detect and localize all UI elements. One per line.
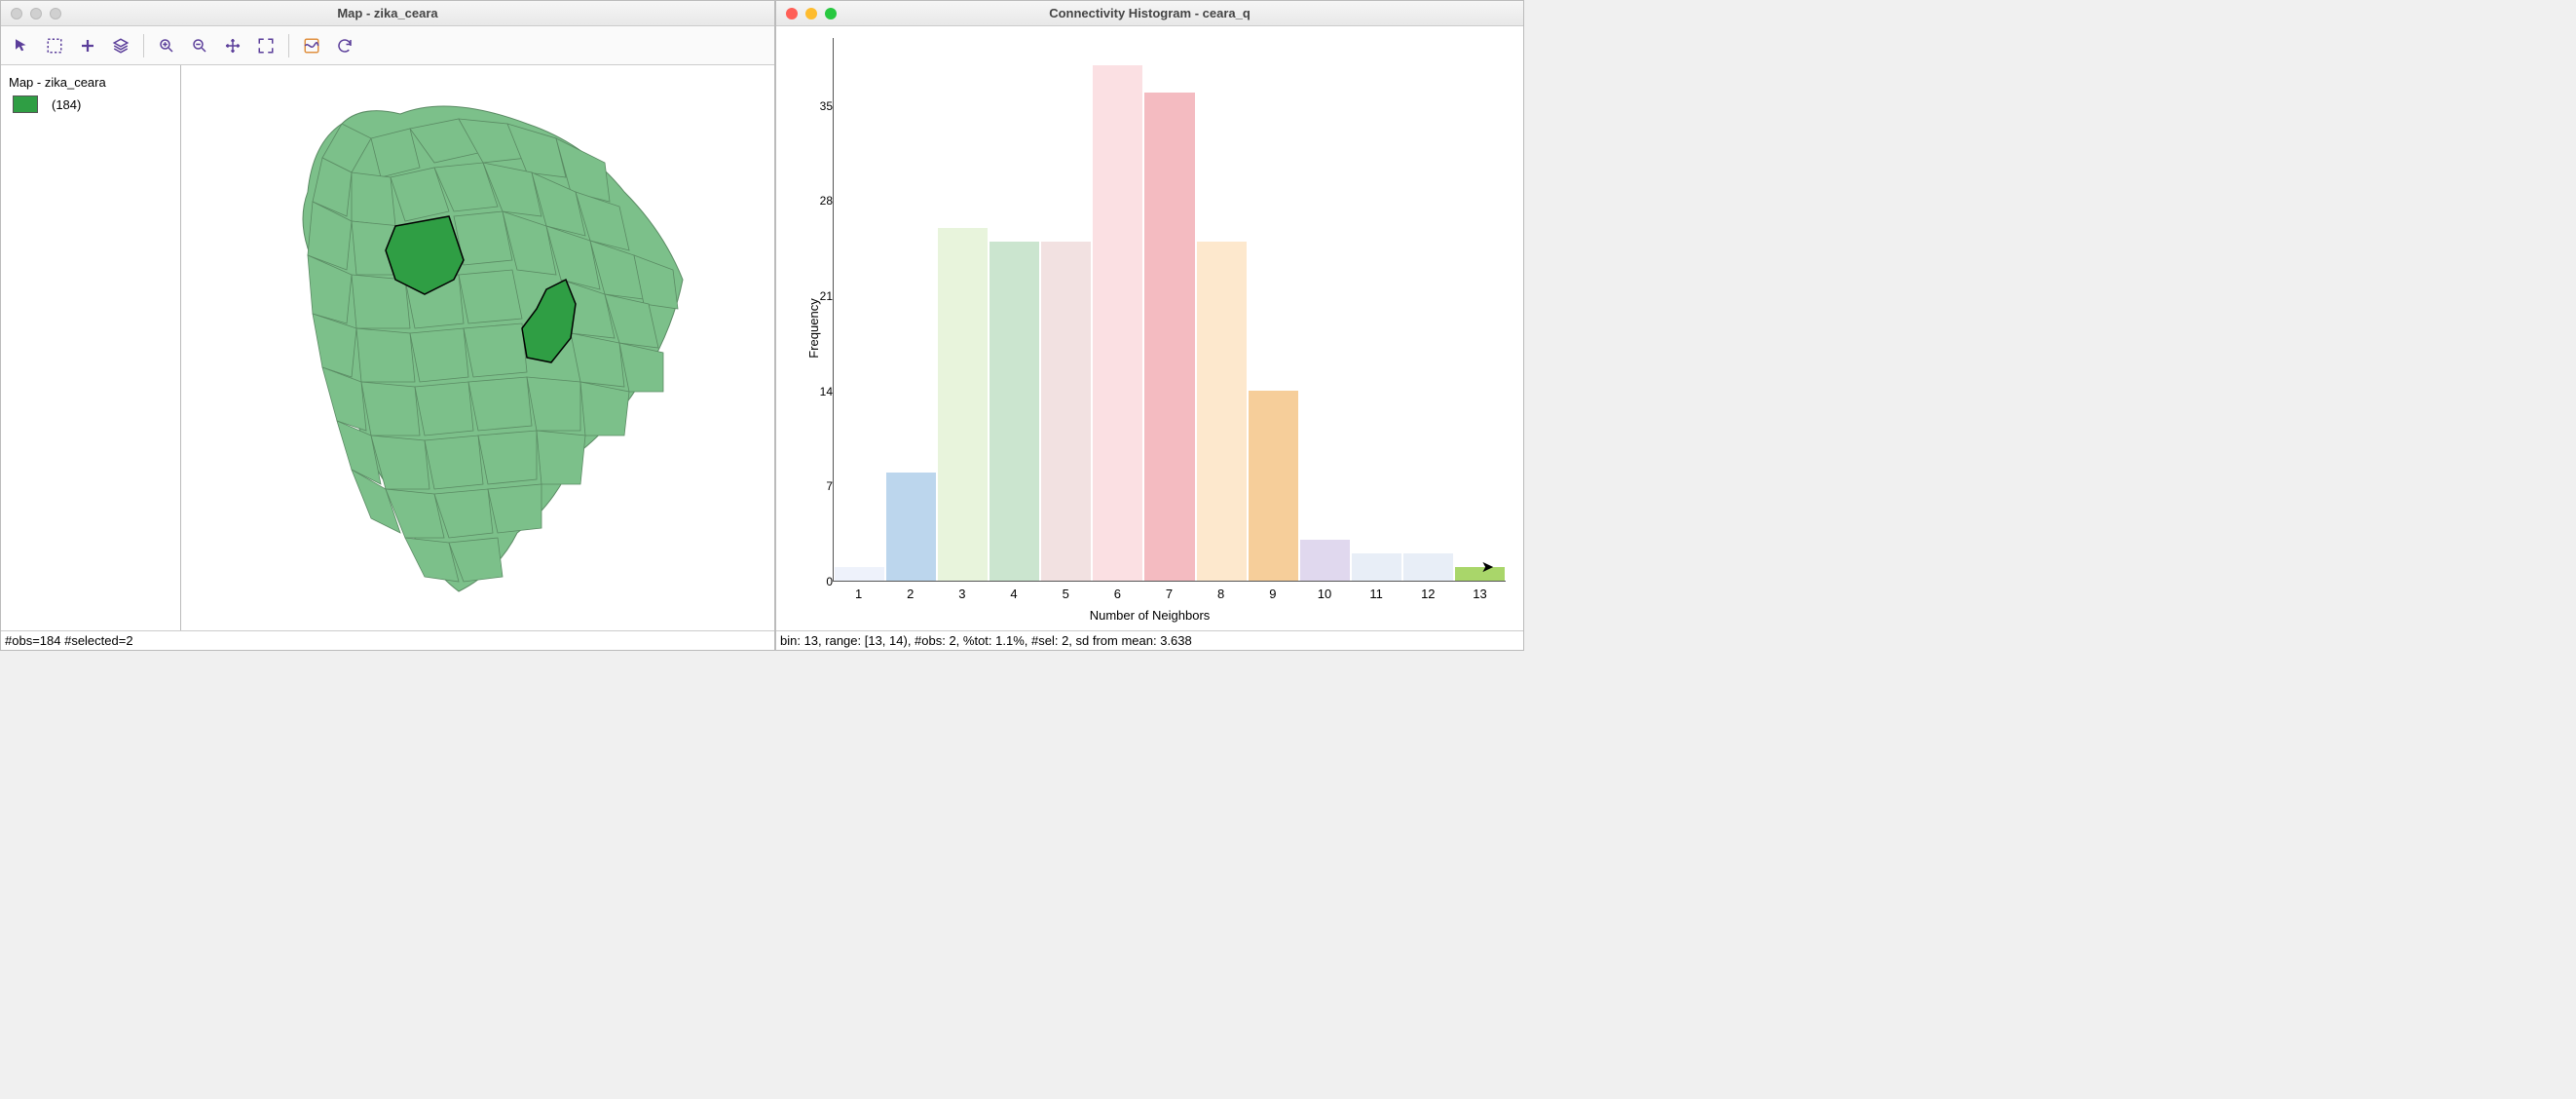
histogram-bar[interactable] bbox=[835, 567, 884, 581]
x-tick: 2 bbox=[884, 587, 936, 601]
plus-icon[interactable] bbox=[73, 31, 102, 60]
legend-panel[interactable]: Map - zika_ceara (184) bbox=[1, 65, 181, 630]
x-tick: 6 bbox=[1092, 587, 1143, 601]
histogram-bar[interactable] bbox=[1041, 242, 1091, 581]
y-axis: 0714212835 bbox=[813, 38, 833, 582]
histogram-window: Connectivity Histogram - ceara_q Frequen… bbox=[775, 0, 1524, 651]
histogram-bar[interactable] bbox=[1249, 391, 1298, 581]
histogram-bar[interactable] bbox=[1197, 242, 1247, 581]
zoom-full-icon[interactable] bbox=[251, 31, 280, 60]
basemap-icon[interactable] bbox=[297, 31, 326, 60]
histogram-bar[interactable] bbox=[1144, 93, 1194, 581]
map-status-text: #obs=184 #selected=2 bbox=[5, 633, 133, 648]
x-tick: 11 bbox=[1351, 587, 1402, 601]
toolbar-separator bbox=[288, 34, 289, 57]
bars-container bbox=[834, 38, 1506, 581]
x-tick: 1 bbox=[833, 587, 884, 601]
select-rect-icon[interactable] bbox=[40, 31, 69, 60]
chart-plot-area[interactable] bbox=[833, 38, 1506, 582]
minimize-dot-inactive[interactable] bbox=[30, 8, 42, 19]
chart-area[interactable]: Frequency 0714212835 12345678910111213 N… bbox=[776, 26, 1523, 630]
legend-entry[interactable]: (184) bbox=[9, 95, 172, 113]
refresh-icon[interactable] bbox=[330, 31, 359, 60]
window-controls-map bbox=[11, 8, 61, 19]
y-tick: 21 bbox=[820, 289, 833, 303]
x-tick: 10 bbox=[1298, 587, 1350, 601]
x-axis-label: Number of Neighbors bbox=[776, 608, 1523, 623]
toolbar bbox=[1, 26, 774, 65]
titlebar-map[interactable]: Map - zika_ceara bbox=[1, 1, 774, 26]
pointer-tool-icon[interactable] bbox=[7, 31, 36, 60]
toolbar-separator bbox=[143, 34, 144, 57]
x-tick: 13 bbox=[1454, 587, 1506, 601]
zoom-out-icon[interactable] bbox=[185, 31, 214, 60]
map-body: Map - zika_ceara (184) bbox=[1, 65, 774, 630]
x-tick: 8 bbox=[1195, 587, 1247, 601]
x-tick: 3 bbox=[936, 587, 988, 601]
close-dot-inactive[interactable] bbox=[11, 8, 22, 19]
histogram-bar[interactable] bbox=[1300, 540, 1350, 581]
titlebar-histogram[interactable]: Connectivity Histogram - ceara_q bbox=[776, 1, 1523, 26]
map-canvas[interactable] bbox=[181, 65, 774, 630]
pan-icon[interactable] bbox=[218, 31, 247, 60]
choropleth-map[interactable] bbox=[254, 85, 702, 611]
y-tick: 14 bbox=[820, 385, 833, 398]
histogram-status-bar: bin: 13, range: [13, 14), #obs: 2, %tot:… bbox=[776, 630, 1523, 650]
histogram-bar[interactable] bbox=[938, 228, 988, 581]
legend-title: Map - zika_ceara bbox=[9, 75, 172, 90]
x-tick: 5 bbox=[1040, 587, 1092, 601]
zoom-button[interactable] bbox=[825, 8, 837, 19]
legend-swatch bbox=[13, 95, 38, 113]
x-tick: 4 bbox=[988, 587, 1039, 601]
x-tick: 12 bbox=[1402, 587, 1454, 601]
histogram-bar[interactable] bbox=[1093, 65, 1142, 581]
histogram-bar[interactable] bbox=[1352, 553, 1401, 581]
map-window: Map - zika_ceara Map - zika_ceara (184) bbox=[0, 0, 775, 651]
histogram-window-title: Connectivity Histogram - ceara_q bbox=[776, 6, 1523, 20]
histogram-status-text: bin: 13, range: [13, 14), #obs: 2, %tot:… bbox=[780, 633, 1192, 648]
histogram-bar[interactable] bbox=[1455, 567, 1505, 581]
zoom-in-icon[interactable] bbox=[152, 31, 181, 60]
map-status-bar: #obs=184 #selected=2 bbox=[1, 630, 774, 650]
map-window-title: Map - zika_ceara bbox=[1, 6, 774, 20]
window-controls-histogram bbox=[786, 8, 837, 19]
x-tick: 9 bbox=[1247, 587, 1298, 601]
y-tick: 28 bbox=[820, 194, 833, 208]
legend-count: (184) bbox=[52, 97, 81, 112]
y-tick: 35 bbox=[820, 99, 833, 113]
x-axis: 12345678910111213 bbox=[833, 587, 1506, 601]
x-tick: 7 bbox=[1143, 587, 1195, 601]
y-tick: 0 bbox=[826, 575, 833, 588]
minimize-button[interactable] bbox=[805, 8, 817, 19]
histogram-bar[interactable] bbox=[1403, 553, 1453, 581]
layers-icon[interactable] bbox=[106, 31, 135, 60]
histogram-bar[interactable] bbox=[989, 242, 1039, 581]
close-button[interactable] bbox=[786, 8, 798, 19]
y-tick: 7 bbox=[826, 479, 833, 493]
chart-body: Frequency 0714212835 12345678910111213 N… bbox=[776, 26, 1523, 650]
zoom-dot-inactive[interactable] bbox=[50, 8, 61, 19]
histogram-bar[interactable] bbox=[886, 473, 936, 581]
